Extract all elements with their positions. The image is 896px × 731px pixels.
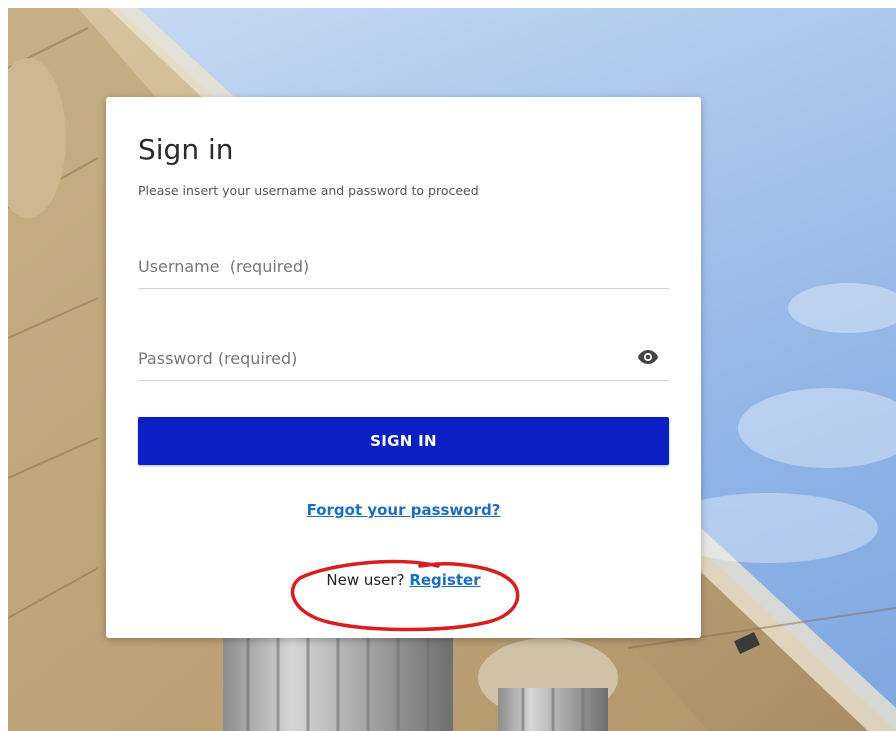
- register-link[interactable]: Register: [409, 571, 480, 589]
- login-screen: Sign in Please insert your username and …: [8, 8, 896, 731]
- username-input[interactable]: [138, 245, 669, 288]
- sign-in-subtitle: Please insert your username and password…: [138, 183, 479, 198]
- new-user-text: New user?: [326, 571, 405, 589]
- forgot-password-link[interactable]: Forgot your password?: [307, 501, 501, 519]
- sign-in-button[interactable]: SIGN IN: [138, 417, 669, 465]
- username-field-wrapper: [138, 245, 669, 289]
- password-input[interactable]: [138, 337, 669, 380]
- eye-icon[interactable]: [637, 349, 659, 365]
- sign-in-card: Sign in Please insert your username and …: [106, 97, 701, 638]
- password-field-wrapper: [138, 337, 669, 381]
- forgot-password-row: Forgot your password?: [106, 501, 701, 520]
- new-user-row: New user? Register: [106, 571, 701, 589]
- page-title: Sign in: [138, 133, 234, 166]
